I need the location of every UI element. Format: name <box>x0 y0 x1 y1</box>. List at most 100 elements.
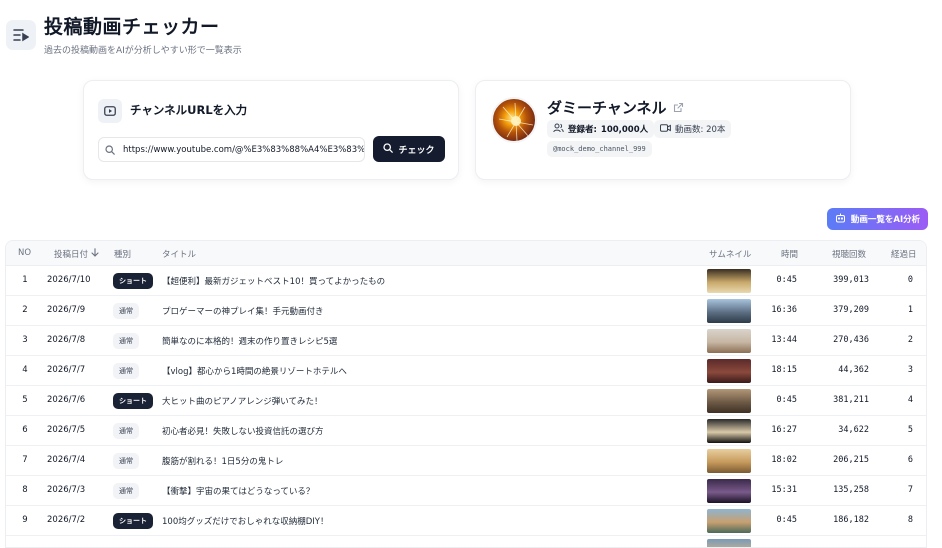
channel-url-value[interactable]: https://www.youtube.com/@%E3%83%88%A4%E3… <box>123 145 364 155</box>
row-no: 9 <box>22 515 28 525</box>
row-type-badge: 通常 <box>113 333 139 349</box>
header-title[interactable]: タイトル <box>162 248 196 260</box>
check-button[interactable]: チェック <box>373 136 445 162</box>
row-thumbnail[interactable] <box>707 509 751 533</box>
row-thumbnail[interactable] <box>707 449 751 473</box>
row-days: 3 <box>907 365 913 375</box>
channel-name[interactable]: ダミーチャンネル <box>547 97 667 118</box>
row-type-badge: 通常 <box>113 423 139 439</box>
row-type-badge: 通常 <box>113 303 139 319</box>
video-table: NO 投稿日付 種別 タイトル サムネイル 時間 視聴回数 経過日 1 2026/… <box>5 240 927 548</box>
video-count-badge: 動画数: 20本 <box>654 120 732 138</box>
row-days: 7 <box>907 485 913 495</box>
row-date: 2026/7/6 <box>47 395 86 405</box>
ai-analyze-label: 動画一覧をAI分析 <box>850 215 921 225</box>
header-time[interactable]: 時間 <box>781 248 798 260</box>
row-type-badge: 通常 <box>113 453 139 469</box>
robot-icon <box>835 213 846 226</box>
row-date: 2026/7/3 <box>47 485 86 495</box>
table-row[interactable]: 8 2026/7/3 通常 【衝撃】宇宙の果てはどうなっている？ 15:31 135,25… <box>6 476 926 506</box>
row-no: 6 <box>22 425 28 435</box>
row-no: 7 <box>22 455 28 465</box>
external-link-icon[interactable] <box>673 99 684 117</box>
row-duration: 15:31 <box>771 485 797 495</box>
row-title[interactable]: 初心者必見！失敗しない投資信託の選び方 <box>162 425 324 437</box>
camera-icon <box>660 123 671 135</box>
row-title[interactable]: 簡単なのに本格的！週末の作り置きレシピ5選 <box>162 335 337 347</box>
table-row[interactable] <box>6 536 926 547</box>
row-no: 1 <box>22 275 28 285</box>
row-date: 2026/7/2 <box>47 515 86 525</box>
row-thumbnail[interactable] <box>707 539 751 547</box>
row-thumbnail[interactable] <box>707 359 751 383</box>
row-title[interactable]: 大ヒット曲のピアノアレンジ弾いてみた！ <box>162 395 322 407</box>
row-duration: 0:45 <box>776 515 797 525</box>
row-type-badge: ショート <box>113 393 153 409</box>
row-days: 5 <box>907 425 913 435</box>
table-row[interactable]: 6 2026/7/5 通常 初心者必見！失敗しない投資信託の選び方 16:27 34,62… <box>6 416 926 446</box>
row-views: 379,209 <box>833 305 869 315</box>
row-views: 44,362 <box>838 365 869 375</box>
search-icon <box>105 140 115 159</box>
users-icon <box>553 123 564 136</box>
row-title[interactable]: 腹筋が割れる！1日5分の鬼トレ <box>162 455 283 467</box>
header-thumbnail: サムネイル <box>709 250 752 260</box>
row-title[interactable]: 【衝撃】宇宙の果てはどうなっている？ <box>162 485 314 497</box>
subscribers-value: 100,000人 <box>600 125 649 135</box>
row-type-badge: ショート <box>113 513 153 529</box>
table-row[interactable]: 7 2026/7/4 通常 腹筋が割れる！1日5分の鬼トレ 18:02 206,215 6 <box>6 446 926 476</box>
row-duration: 18:02 <box>771 455 797 465</box>
header-date-label: 投稿日付 <box>54 250 89 260</box>
row-thumbnail[interactable] <box>707 299 751 323</box>
row-title[interactable]: 【超便利】最新ガジェットベスト10！買ってよかったもの <box>162 275 385 287</box>
row-title[interactable]: 100均グッズだけでおしゃれな収納棚DIY！ <box>162 515 328 527</box>
row-thumbnail[interactable] <box>707 269 751 293</box>
row-duration: 18:15 <box>771 365 797 375</box>
table-row[interactable]: 4 2026/7/7 通常 【vlog】都心から1時間の絶景リゾートホテルへ 18:15… <box>6 356 926 386</box>
channel-avatar[interactable] <box>491 97 537 143</box>
row-views: 135,258 <box>833 485 869 495</box>
channel-handle: @mock_demo_channel_999 <box>547 141 652 157</box>
row-views: 381,211 <box>833 395 869 405</box>
row-views: 270,436 <box>833 335 869 345</box>
ai-analyze-button[interactable]: 動画一覧をAI分析 <box>827 208 928 230</box>
row-thumbnail[interactable] <box>707 389 751 413</box>
row-days: 1 <box>907 305 913 315</box>
header-date[interactable]: 投稿日付 <box>54 248 99 260</box>
channel-url-input[interactable]: https://www.youtube.com/@%E3%83%88%A4%E3… <box>98 137 365 162</box>
page-title: 投稿動画チェッカー <box>44 16 220 38</box>
subscribers-label: 登録者: <box>568 125 597 135</box>
row-no: 3 <box>22 335 28 345</box>
row-views: 206,215 <box>833 455 869 465</box>
header-views[interactable]: 視聴回数 <box>832 248 866 260</box>
channel-url-heading: チャンネルURLを入力 <box>130 103 248 117</box>
header-days[interactable]: 経過日 <box>891 248 917 260</box>
table-row[interactable]: 2 2026/7/9 通常 プロゲーマーの神プレイ集！手元動画付き 16:36 379,2… <box>6 296 926 326</box>
row-days: 6 <box>907 455 913 465</box>
video-icon <box>98 99 122 123</box>
row-title[interactable]: プロゲーマーの神プレイ集！手元動画付き <box>162 305 324 317</box>
row-duration: 16:36 <box>771 305 797 315</box>
row-thumbnail[interactable] <box>707 479 751 503</box>
app-list-icon <box>6 20 36 50</box>
row-duration: 16:27 <box>771 425 797 435</box>
table-row[interactable]: 9 2026/7/2 ショート 100均グッズだけでおしゃれな収納棚DIY！ 0:45 1… <box>6 506 926 536</box>
table-row[interactable]: 5 2026/7/6 ショート 大ヒット曲のピアノアレンジ弾いてみた！ 0:45 381,… <box>6 386 926 416</box>
header-type[interactable]: 種別 <box>114 248 131 260</box>
row-type-badge: 通常 <box>113 483 139 499</box>
row-views: 186,182 <box>833 515 869 525</box>
channel-url-card: チャンネルURLを入力 https://www.youtube.com/@%E3… <box>83 80 459 180</box>
channel-info-card: ダミーチャンネル 登録者: 100,000人 動画数: 20本 @mock_de… <box>475 80 851 180</box>
row-date: 2026/7/10 <box>47 275 91 285</box>
row-duration: 0:45 <box>776 395 797 405</box>
table-row[interactable]: 3 2026/7/8 通常 簡単なのに本格的！週末の作り置きレシピ5選 13:44 270… <box>6 326 926 356</box>
row-date: 2026/7/4 <box>47 455 86 465</box>
row-thumbnail[interactable] <box>707 419 751 443</box>
row-type-badge: 通常 <box>113 363 139 379</box>
page-subtitle: 過去の投稿動画をAIが分析しやすい形で一覧表示 <box>44 46 242 56</box>
row-thumbnail[interactable] <box>707 329 751 353</box>
search-icon <box>383 142 394 156</box>
row-title[interactable]: 【vlog】都心から1時間の絶景リゾートホテルへ <box>162 365 347 377</box>
header-no[interactable]: NO <box>18 248 31 258</box>
table-row[interactable]: 1 2026/7/10 ショート 【超便利】最新ガジェットベスト10！買ってよかったも… <box>6 266 926 296</box>
